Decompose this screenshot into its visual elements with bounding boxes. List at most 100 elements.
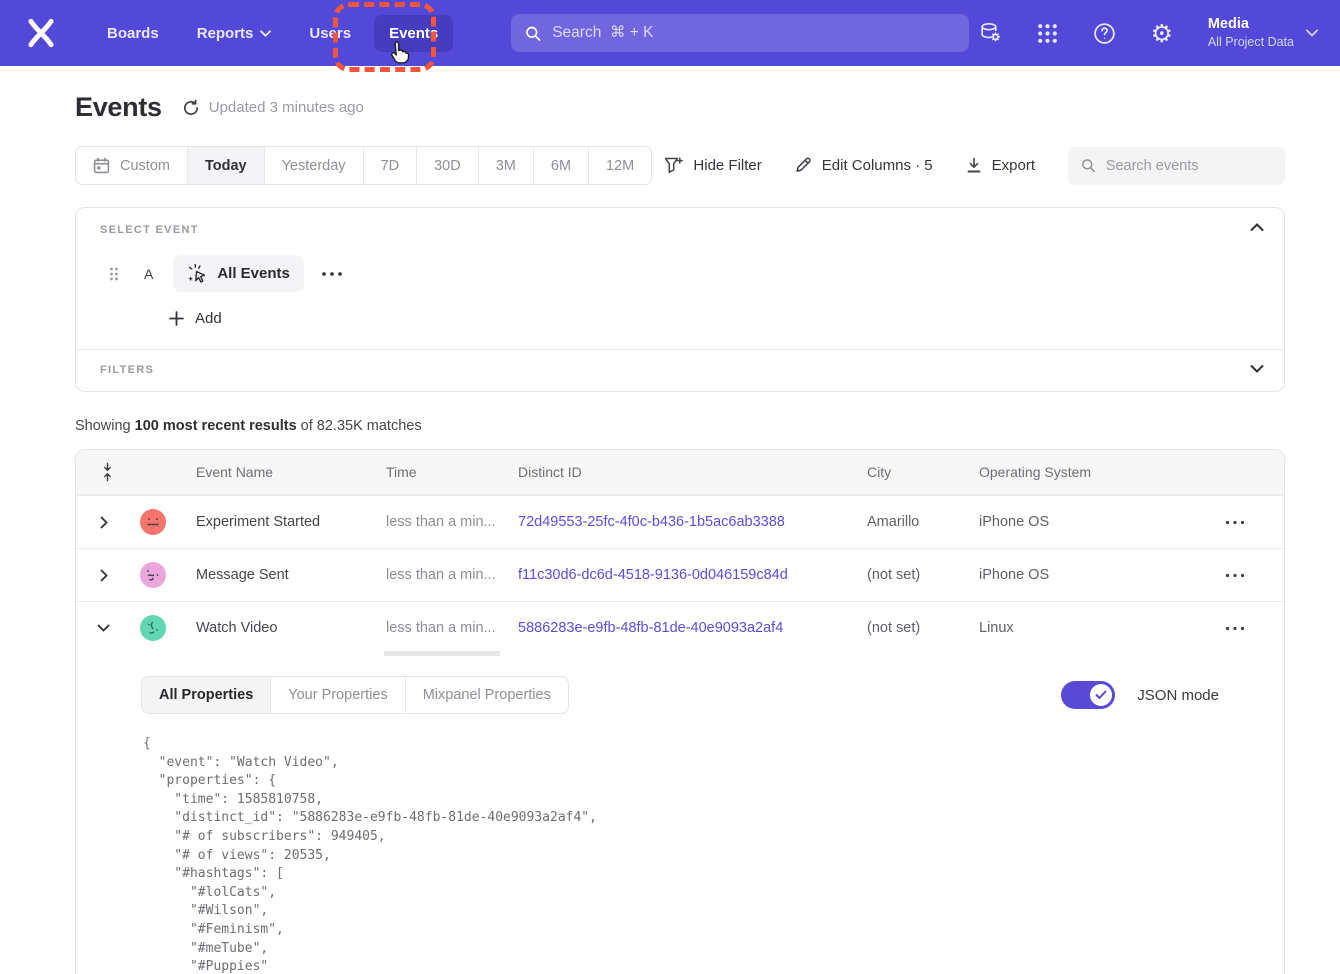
time-cell: less than a min... xyxy=(386,567,518,583)
page-title: Events xyxy=(75,92,162,123)
all-events-sparkle-icon xyxy=(187,263,208,284)
event-json-view: { "event": "Watch Video", "properties": … xyxy=(143,735,1219,974)
ellipsis-icon xyxy=(1225,573,1245,578)
nav-item-events[interactable]: Events xyxy=(374,15,453,52)
settings-gear-icon[interactable]: ⚙ xyxy=(1149,20,1175,46)
range-12m[interactable]: 12M xyxy=(589,147,651,184)
tab-mixpanel-properties[interactable]: Mixpanel Properties xyxy=(406,677,568,713)
range-6m[interactable]: 6M xyxy=(534,147,589,184)
collapse-row-button[interactable] xyxy=(76,624,131,632)
ellipsis-icon xyxy=(321,271,343,277)
distinct-id-link[interactable]: 5886283e-e9fb-48fb-81de-40e9093a2af4 xyxy=(518,620,867,636)
tab-your-properties[interactable]: Your Properties xyxy=(271,677,405,713)
event-avatar xyxy=(140,562,166,588)
distinct-id-link[interactable]: f11c30d6-dc6d-4518-9136-0d046159c84d xyxy=(518,567,867,583)
apps-grid-icon[interactable] xyxy=(1035,20,1061,46)
search-events-input[interactable] xyxy=(1106,158,1272,174)
refresh-icon[interactable] xyxy=(182,99,200,117)
column-distinct-id[interactable]: Distinct ID xyxy=(518,464,867,480)
page-header: Events Updated 3 minutes ago xyxy=(75,92,1285,123)
column-os[interactable]: Operating System xyxy=(979,464,1186,480)
row-more-button[interactable] xyxy=(1225,626,1245,631)
os-cell: iPhone OS xyxy=(979,567,1186,583)
export-button[interactable]: Export xyxy=(966,157,1035,174)
global-search[interactable] xyxy=(511,14,969,52)
filters-section: FILTERS xyxy=(76,350,1284,391)
add-event-button[interactable]: Add xyxy=(169,310,1260,327)
edit-columns-button[interactable]: Edit Columns · 5 xyxy=(795,157,933,174)
select-event-section: SELECT EVENT A All Ev xyxy=(76,208,1284,349)
check-icon xyxy=(1095,690,1107,700)
toolbar: Custom Today Yesterday 7D 30D 3M 6M 12M … xyxy=(75,146,1285,185)
sort-icon[interactable] xyxy=(101,462,114,482)
ellipsis-icon xyxy=(1225,520,1245,525)
event-name-cell: Experiment Started xyxy=(196,514,386,530)
expand-row-button[interactable] xyxy=(76,516,131,529)
download-icon xyxy=(966,157,982,174)
search-icon xyxy=(1081,157,1096,174)
filter-funnel-icon xyxy=(664,157,683,174)
ellipsis-icon xyxy=(1225,626,1245,631)
collapse-chevron-up-icon[interactable] xyxy=(1250,220,1264,234)
results-summary: Showing 100 most recent results of 82.35… xyxy=(75,418,1285,434)
nav-item-users[interactable]: Users xyxy=(294,15,366,52)
hide-filter-button[interactable]: Hide Filter xyxy=(664,157,761,174)
mixpanel-logo-icon[interactable] xyxy=(24,16,58,50)
nav-item-boards[interactable]: Boards xyxy=(92,15,174,52)
chevron-down-icon xyxy=(1306,29,1318,37)
range-yesterday[interactable]: Yesterday xyxy=(265,147,364,184)
range-30d[interactable]: 30D xyxy=(417,147,479,184)
range-today[interactable]: Today xyxy=(188,147,265,184)
main-content: Events Updated 3 minutes ago Custom Toda… xyxy=(75,92,1285,974)
properties-tabs: All Properties Your Properties Mixpanel … xyxy=(141,676,569,714)
pencil-icon xyxy=(795,157,812,174)
global-search-input[interactable] xyxy=(552,24,955,42)
tab-all-properties[interactable]: All Properties xyxy=(142,677,271,713)
nav-item-reports[interactable]: Reports xyxy=(182,15,287,52)
json-mode-toggle[interactable] xyxy=(1061,681,1115,709)
nav-items: Boards Reports Users Events xyxy=(92,15,453,52)
row-more-button[interactable] xyxy=(1225,520,1245,525)
expand-chevron-down-icon[interactable] xyxy=(1250,362,1264,376)
filters-label: FILTERS xyxy=(100,364,1260,376)
distinct-id-link[interactable]: 72d49553-25fc-4f0c-b436-1b5ac6ab3388 xyxy=(518,514,867,530)
expand-row-button[interactable] xyxy=(76,569,131,582)
table-row[interactable]: Experiment Started less than a min... 72… xyxy=(76,495,1284,548)
drag-handle-icon[interactable] xyxy=(108,266,120,282)
event-name-cell: Watch Video xyxy=(196,620,386,636)
event-selector-chip[interactable]: All Events xyxy=(173,255,304,292)
column-city[interactable]: City xyxy=(867,464,979,480)
event-name-cell: Message Sent xyxy=(196,567,386,583)
table-row-expanded[interactable]: Watch Video less than a min... 5886283e-… xyxy=(76,601,1284,654)
column-event-name[interactable]: Event Name xyxy=(196,464,386,480)
help-icon[interactable] xyxy=(1092,20,1118,46)
event-avatar xyxy=(140,509,166,535)
project-name: Media xyxy=(1208,15,1294,34)
event-chip-label: All Events xyxy=(217,265,290,282)
time-cell: less than a min... xyxy=(386,620,518,636)
chevron-down-icon xyxy=(97,624,110,632)
chevron-right-icon xyxy=(100,516,108,529)
date-range-control: Custom Today Yesterday 7D 30D 3M 6M 12M xyxy=(75,146,652,185)
search-events-box[interactable] xyxy=(1068,147,1285,185)
query-builder-card: SELECT EVENT A All Ev xyxy=(75,207,1285,392)
column-time[interactable]: Time xyxy=(386,464,518,480)
range-7d[interactable]: 7D xyxy=(364,147,418,184)
top-nav: Boards Reports Users Events xyxy=(0,0,1340,66)
nav-right: ⚙ Media All Project Data xyxy=(978,15,1318,50)
range-3m[interactable]: 3M xyxy=(479,147,534,184)
table-row[interactable]: Message Sent less than a min... f11c30d6… xyxy=(76,548,1284,601)
project-switcher[interactable]: Media All Project Data xyxy=(1208,15,1318,50)
search-icon xyxy=(525,25,541,42)
event-row-more-button[interactable] xyxy=(321,271,343,277)
time-cell: less than a min... xyxy=(386,514,518,530)
table-header: Event Name Time Distinct ID City Operati… xyxy=(76,450,1284,495)
data-management-icon[interactable] xyxy=(978,20,1004,46)
city-cell: (not set) xyxy=(867,567,979,583)
select-event-label: SELECT EVENT xyxy=(100,224,1260,236)
range-custom[interactable]: Custom xyxy=(76,147,188,184)
row-more-button[interactable] xyxy=(1225,573,1245,578)
time-column-scrollbar[interactable] xyxy=(384,651,500,656)
last-updated-text: Updated 3 minutes ago xyxy=(209,99,364,116)
event-query-row: A All Events xyxy=(100,255,1260,292)
